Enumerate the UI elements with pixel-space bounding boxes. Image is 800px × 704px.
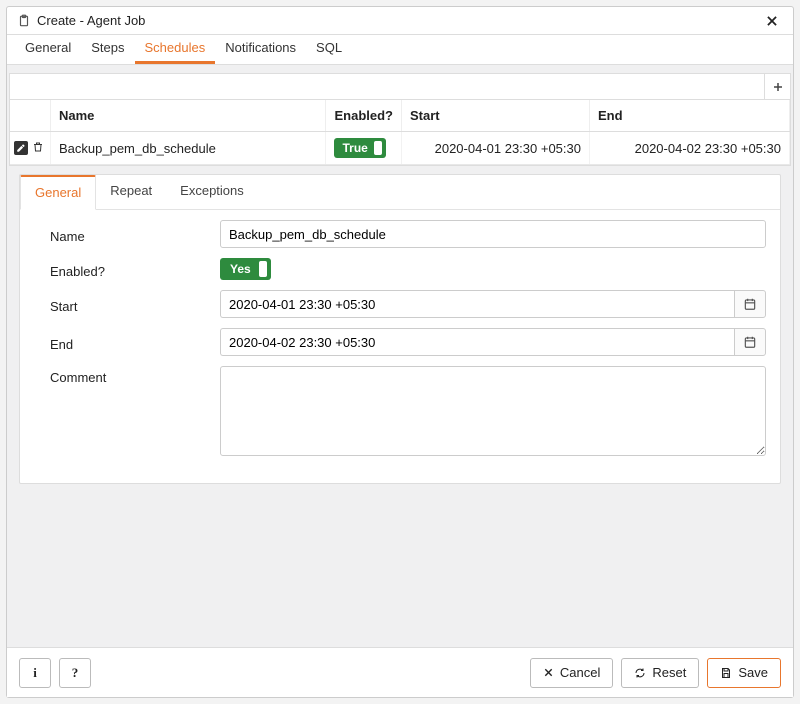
row-enabled: Enabled? Yes: [50, 258, 766, 280]
dialog-footer: i ? Cancel Reset Save: [7, 647, 793, 697]
row-start: Start: [50, 290, 766, 318]
enabled-switch[interactable]: Yes: [220, 258, 271, 280]
cell-end: 2020-04-02 23:30 +05:30: [590, 132, 790, 165]
tab-schedules[interactable]: Schedules: [135, 34, 216, 64]
calendar-icon: [743, 335, 757, 349]
calendar-icon: [743, 297, 757, 311]
comment-textarea[interactable]: [220, 366, 766, 456]
reset-button[interactable]: Reset: [621, 658, 699, 688]
cell-enabled: True: [326, 132, 402, 165]
label-enabled: Enabled?: [50, 260, 220, 279]
save-button[interactable]: Save: [707, 658, 781, 688]
edit-row-icon[interactable]: [14, 141, 28, 155]
sub-tab-exceptions[interactable]: Exceptions: [166, 175, 258, 209]
schedule-form: Name Enabled? Yes Start: [20, 210, 780, 483]
schedules-grid: Name Enabled? Start End: [9, 73, 791, 166]
dialog-title: Create - Agent Job: [37, 13, 145, 28]
col-start: Start: [402, 100, 590, 132]
cell-start: 2020-04-01 23:30 +05:30: [402, 132, 590, 165]
col-name: Name: [51, 100, 326, 132]
row-end: End: [50, 328, 766, 356]
row-name: Name: [50, 220, 766, 248]
enabled-switch-label: Yes: [230, 262, 251, 276]
tab-sql[interactable]: SQL: [306, 34, 352, 64]
add-row-button[interactable]: [764, 74, 790, 99]
cell-name: Backup_pem_db_schedule: [51, 132, 326, 165]
col-actions: [10, 100, 51, 132]
col-enabled: Enabled?: [326, 100, 402, 132]
sub-tab-general[interactable]: General: [20, 175, 96, 210]
close-icon: [543, 667, 554, 678]
label-end: End: [50, 333, 220, 352]
info-icon: i: [33, 665, 37, 681]
sub-tab-repeat[interactable]: Repeat: [96, 175, 166, 209]
table-row[interactable]: Backup_pem_db_schedule True 2020-04-01 2…: [10, 132, 790, 165]
main-tabs: General Steps Schedules Notifications SQ…: [7, 35, 793, 65]
dialog-header: Create - Agent Job: [7, 7, 793, 35]
row-actions: [14, 141, 46, 155]
cancel-button[interactable]: Cancel: [530, 658, 613, 688]
switch-knob: [259, 261, 267, 277]
end-datepicker-button[interactable]: [734, 328, 766, 356]
grid-toolbar: [10, 74, 790, 100]
clipboard-icon: [17, 14, 31, 28]
schedule-detail-panel: General Repeat Exceptions Name Enabled? …: [19, 174, 781, 484]
help-icon: ?: [72, 665, 79, 681]
enabled-toggle-label: True: [342, 141, 367, 155]
save-icon: [720, 667, 732, 679]
create-agent-job-dialog: Create - Agent Job General Steps Schedul…: [6, 6, 794, 698]
reset-label: Reset: [652, 665, 686, 680]
save-label: Save: [738, 665, 768, 680]
tab-notifications[interactable]: Notifications: [215, 34, 306, 64]
cancel-label: Cancel: [560, 665, 600, 680]
delete-row-icon[interactable]: [32, 141, 46, 155]
label-comment: Comment: [50, 366, 220, 385]
schedules-pane: Name Enabled? Start End: [7, 65, 793, 647]
toggle-knob: [374, 141, 382, 155]
row-comment: Comment: [50, 366, 766, 459]
tab-general[interactable]: General: [15, 34, 81, 64]
label-start: Start: [50, 295, 220, 314]
enabled-toggle[interactable]: True: [334, 138, 385, 158]
end-input[interactable]: [220, 328, 734, 356]
sub-tabs: General Repeat Exceptions: [20, 175, 780, 210]
label-name: Name: [50, 225, 220, 244]
close-button[interactable]: [761, 12, 783, 30]
col-end: End: [590, 100, 790, 132]
info-button[interactable]: i: [19, 658, 51, 688]
start-datepicker-button[interactable]: [734, 290, 766, 318]
help-button[interactable]: ?: [59, 658, 91, 688]
recycle-icon: [634, 667, 646, 679]
start-input[interactable]: [220, 290, 734, 318]
name-input[interactable]: [220, 220, 766, 248]
tab-steps[interactable]: Steps: [81, 34, 134, 64]
